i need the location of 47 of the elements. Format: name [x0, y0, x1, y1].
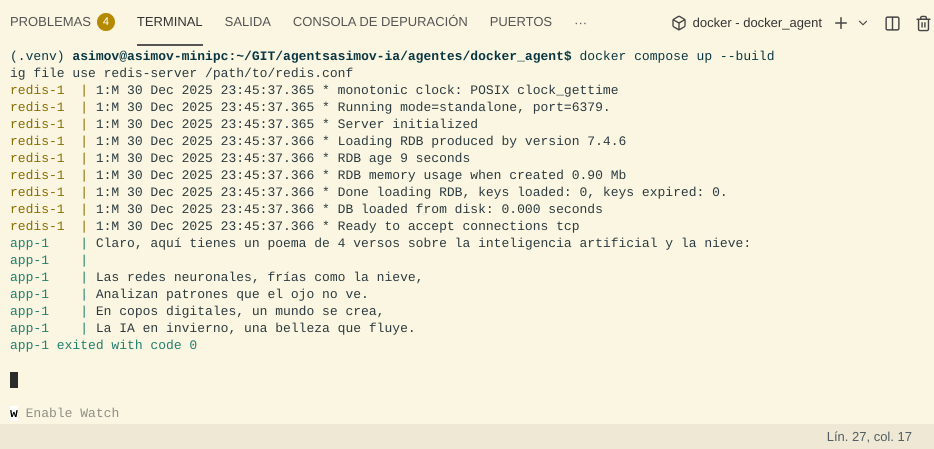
log-message: 1:M 30 Dec 2025 23:45:37.366 * RDB memory usage when created 0.90 Mb: [94, 168, 626, 183]
log-message: 1:M 30 Dec 2025 23:45:37.365 * monotonic clock: POSIX clock_gettime: [94, 83, 619, 98]
log-message: 1:M 30 Dec 2025 23:45:37.366 * Loading RDB produced by version 7.4.6: [94, 134, 626, 149]
log-message: Analizan patrones que el ojo no ve.: [94, 287, 369, 302]
add-icon[interactable]: [832, 14, 850, 32]
service-prefix: app-1 |: [10, 236, 88, 251]
log-message: 1:M 30 Dec 2025 23:45:37.366 * RDB age 9 seconds: [94, 151, 470, 166]
terminal-selector[interactable]: docker - docker_agent: [692, 13, 822, 33]
count-badge: 4: [96, 13, 115, 31]
log-message: 1:M 30 Dec 2025 23:45:37.365 * Server initialized: [94, 117, 478, 132]
service-prefix: redis-1 |: [10, 83, 88, 98]
panel-tab[interactable]: CONSOLA DE DEPURACIÓN: [292, 0, 468, 46]
service-prefix: redis-1 |: [10, 219, 88, 234]
exit-message: app-1 exited with code 0: [10, 338, 198, 353]
delete-icon[interactable]: [915, 14, 932, 32]
service-prefix: redis-1 |: [10, 185, 88, 200]
log-message: 1:M 30 Dec 2025 23:45:37.366 * DB loaded from disk: 0.000 seconds: [94, 202, 603, 217]
service-prefix: redis-1 |: [10, 134, 88, 149]
panel-tab[interactable]: TERMINAL: [136, 0, 203, 46]
more-button[interactable]: ···: [574, 13, 588, 33]
command-line: (.venv) asimov@asimov-minipc:~/GIT/agentsasimov-ia/agentes/docker_agent$ docker compose up --build: [10, 49, 775, 64]
service-prefix: redis-1 |: [10, 202, 88, 217]
log-message: 1:M 30 Dec 2025 23:45:37.366 * Ready to accept connections tcp: [94, 219, 580, 234]
output-line: ig file use redis-server /path/to/redis.conf: [10, 66, 354, 81]
panel-tab[interactable]: PROBLEMAS 4: [10, 0, 115, 46]
shortcut-key: w: [10, 406, 18, 421]
cursor-position[interactable]: Lín. 27, col. 17: [826, 426, 912, 446]
service-prefix: app-1 |: [10, 304, 88, 319]
panel-tab[interactable]: PUERTOS: [490, 0, 552, 46]
service-prefix: redis-1 |: [10, 117, 88, 132]
log-message: En copos digitales, un mundo se crea,: [94, 304, 384, 319]
shortcut-label: Enable Watch: [24, 406, 120, 421]
service-prefix: app-1 |: [10, 270, 88, 285]
service-prefix: redis-1 |: [10, 151, 88, 166]
service-prefix: redis-1 |: [10, 168, 88, 183]
service-prefix: app-1 |: [10, 321, 88, 336]
log-message: 1:M 30 Dec 2025 23:45:37.365 * Running mode=standalone, port=6379.: [94, 100, 611, 115]
panel-tab[interactable]: SALIDA: [224, 0, 271, 46]
log-message: Claro, aquí tienes un poema de 4 versos sobre la inteligencia artificial y la nieve:: [94, 236, 752, 251]
split-icon[interactable]: [884, 14, 901, 32]
log-message: 1:M 30 Dec 2025 23:45:37.366 * Done loading RDB, keys loaded: 0, keys expired: 0.: [94, 185, 728, 200]
text-cursor: [10, 372, 18, 388]
service-prefix: redis-1 |: [10, 100, 88, 115]
service-prefix: app-1 |: [10, 287, 88, 302]
log-message: La IA en invierno, una belleza que fluye.: [94, 321, 416, 336]
log-message: Las redes neuronales, frías como la nieve,: [94, 270, 424, 285]
service-prefix: app-1 |: [10, 253, 88, 268]
